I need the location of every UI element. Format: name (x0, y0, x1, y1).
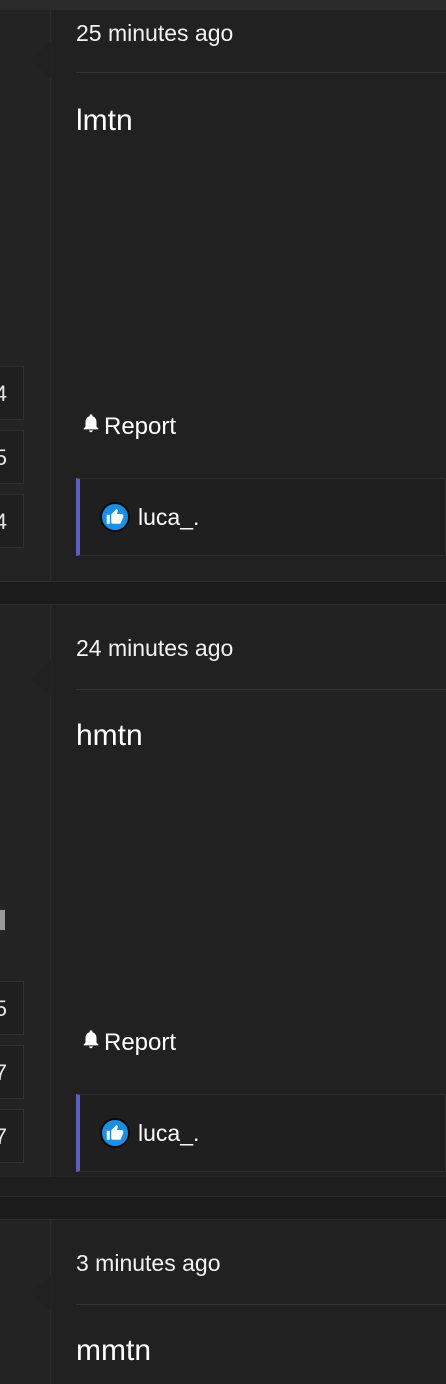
post-text: hmtn (76, 719, 143, 752)
thumbs-up-icon (100, 1118, 130, 1148)
bell-icon (80, 1028, 102, 1057)
like-reaction[interactable]: luca_. (76, 478, 446, 556)
post-text: lmtn (76, 104, 133, 137)
speech-arrow (30, 42, 51, 78)
post-timestamp: 24 minutes ago (76, 635, 234, 661)
post-text: mmtn (76, 1334, 151, 1367)
report-button[interactable]: Report (80, 412, 176, 441)
top-bar (0, 0, 446, 10)
like-username[interactable]: luca_. (138, 504, 199, 531)
speech-arrow (30, 1275, 51, 1311)
report-button[interactable]: Report (80, 1028, 176, 1057)
stat-box: 5 (0, 981, 24, 1035)
post-separator (0, 581, 446, 605)
divider (76, 689, 446, 690)
stat-box: 4 (0, 494, 24, 548)
post-card: 4 5 4 25 minutes ago lmtn Report luca_. (0, 10, 446, 582)
like-username[interactable]: luca_. (138, 1120, 199, 1147)
report-label: Report (104, 412, 177, 440)
speech-arrow (30, 660, 51, 696)
post-timestamp: 3 minutes ago (76, 1250, 221, 1276)
report-label: Report (104, 1028, 177, 1056)
stat-box: 7 (0, 1045, 24, 1099)
divider (76, 72, 446, 73)
post-timestamp: 25 minutes ago (76, 20, 234, 46)
stat-box: 7 (0, 1109, 24, 1163)
gray-marker (0, 910, 5, 930)
divider (76, 1304, 446, 1305)
post-content: 3 minutes ago mmtn (52, 1220, 446, 1384)
thumbs-up-icon (100, 502, 130, 532)
post-content: 25 minutes ago lmtn Report luca_. (52, 10, 446, 582)
stat-box: 4 (0, 366, 24, 420)
post-sidebar: 4 5 4 (0, 10, 51, 582)
bell-icon (80, 412, 102, 441)
post-card: 3 minutes ago mmtn (0, 1220, 446, 1384)
like-reaction[interactable]: luca_. (76, 1094, 446, 1172)
post-content: 24 minutes ago hmtn Report luca_. (52, 605, 446, 1177)
stat-box: 5 (0, 430, 24, 484)
post-separator (0, 1196, 446, 1220)
post-card: 5 7 7 24 minutes ago hmtn Report luca_. (0, 605, 446, 1177)
